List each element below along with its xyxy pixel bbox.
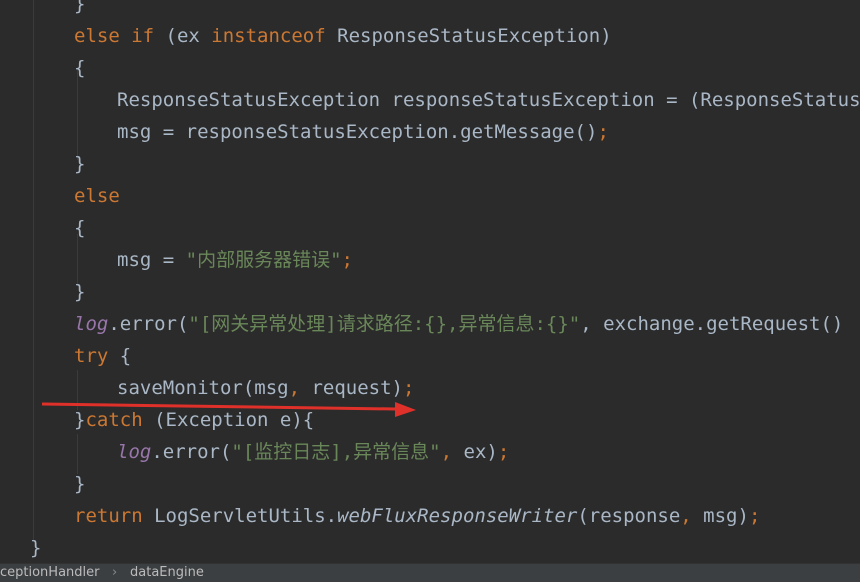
code-token: "内部服务器错误" [185,249,342,271]
code-line[interactable]: msg = responseStatusException.getMessage… [117,116,609,148]
code-token: LogServletUtils. [154,505,338,527]
code-token: try [74,345,120,367]
code-token: ; [497,441,510,463]
code-line[interactable]: msg = "内部服务器错误"; [117,244,353,276]
breadcrumb-item-class[interactable]: ceptionHandler [0,564,100,582]
code-token: } [74,473,86,495]
code-token: else if [74,25,166,47]
code-line[interactable]: } [74,276,85,308]
code-token: return [74,505,155,527]
code-token: log [74,313,109,335]
code-token: , [680,505,704,527]
code-token: saveMonitor(msg [117,377,289,399]
code-token: .error( [151,441,232,463]
code-token: } [74,0,86,15]
code-token: { [74,57,86,79]
code-token: catch [85,409,155,431]
code-token: , [288,377,312,399]
code-line[interactable]: ResponseStatusException responseStatusEx… [117,84,860,116]
breadcrumb-item-method[interactable]: dataEngine [130,564,204,582]
code-token: , [440,441,464,463]
code-line[interactable]: }catch (Exception e){ [74,404,314,436]
breadcrumb-separator: › [112,565,118,580]
code-token: msg = [117,249,186,271]
code-token: ; [597,121,609,143]
code-token: request) [311,377,403,399]
code-token: } [74,281,86,303]
code-token: ResponseStatusException) [337,25,612,47]
breadcrumb: ceptionHandler › dataEngine [0,563,860,582]
code-line[interactable]: } [74,0,85,20]
code-line[interactable]: saveMonitor(msg, request); [117,372,414,404]
code-token: webFluxResponseWriter [337,505,578,527]
code-line[interactable]: log.error("[网关异常处理]请求路径:{},异常信息:{}", exc… [74,308,843,340]
code-token: } [74,153,86,175]
code-token: { [74,217,86,239]
code-line[interactable]: } [74,148,85,180]
code-line[interactable]: } [30,532,41,563]
code-token: } [74,409,86,431]
code-token: msg) [703,505,749,527]
code-token: ; [748,505,761,527]
code-token: "[网关异常处理]请求路径:{},异常信息:{}" [188,313,581,335]
code-line[interactable]: return LogServletUtils.webFluxResponseWr… [74,500,760,532]
indent-guide [33,0,34,540]
code-token: msg = responseStatusException.getMessage… [117,121,598,143]
code-line[interactable]: { [74,212,85,244]
code-token: ; [403,377,415,399]
code-line[interactable]: else if (ex instanceof ResponseStatusExc… [74,20,612,52]
code-line[interactable]: log.error("[监控日志],异常信息", ex); [117,436,509,468]
code-line[interactable]: { [74,52,85,84]
code-token: instanceof [211,25,338,47]
code-token: ex) [463,441,498,463]
code-line[interactable]: } [74,468,85,500]
code-token: (ex [165,25,212,47]
code-token: "[监控日志],异常信息" [231,441,441,463]
code-token: (Exception e){ [154,409,315,431]
code-token: } [30,537,42,559]
code-line[interactable]: else [74,180,120,212]
code-token: (response [577,505,681,527]
code-token: , exchange.getRequest() [580,313,844,335]
code-token: ResponseStatusException responseStatusEx… [117,89,860,111]
code-token: .error( [108,313,189,335]
code-token: log [117,441,152,463]
code-token: { [119,345,132,367]
code-editor[interactable]: } else if (ex instanceof ResponseStatusEx… [0,0,860,563]
code-token: else [74,185,120,207]
code-token: ; [341,249,353,271]
code-line[interactable]: try { [74,340,131,372]
